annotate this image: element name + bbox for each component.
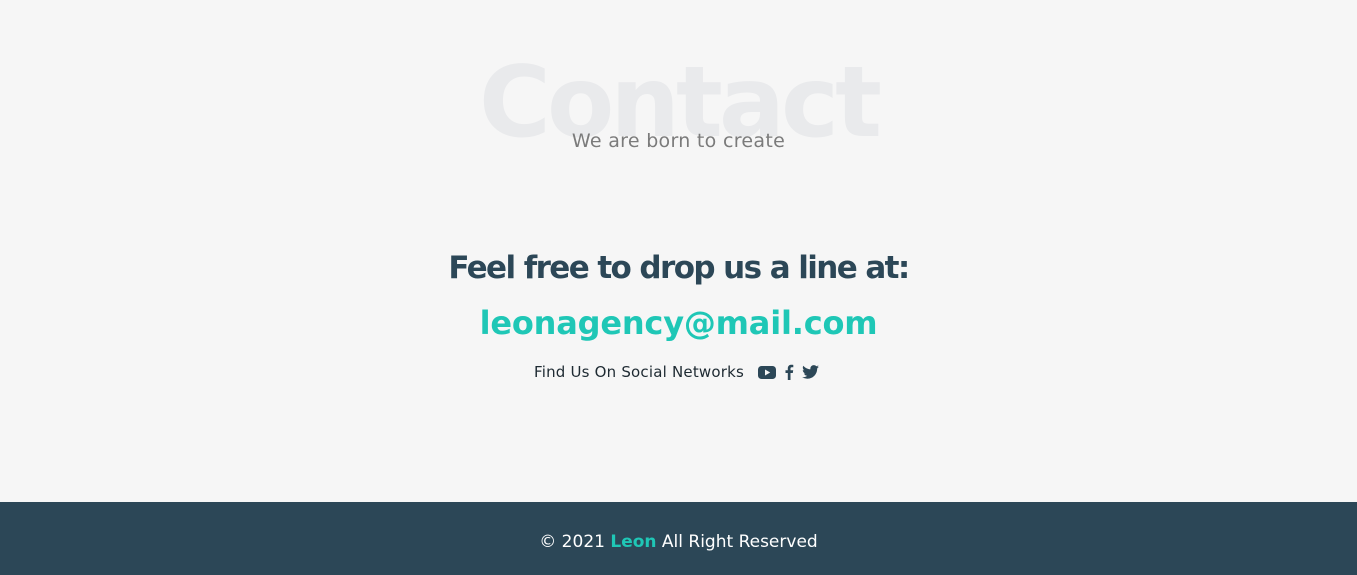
contact-section: Contact We are born to create Feel free … [0,0,1357,502]
social-label: Find Us On Social Networks [533,363,745,381]
social-networks: Find Us On Social Networks [0,361,1357,383]
brand-link[interactable]: Leon [610,532,656,552]
youtube-icon[interactable] [758,361,777,383]
copyright-suffix: All Right Reserved [661,532,818,552]
email-link[interactable]: leonagency@mail.com [0,303,1357,343]
footer-copyright: © 2021 Leon All Right Reserved [0,530,1357,554]
facebook-icon[interactable] [784,361,794,383]
footer: © 2021 Leon All Right Reserved [0,502,1357,575]
section-subtitle: We are born to create [571,130,786,152]
contact-headline: Feel free to drop us a line at: [448,250,910,286]
page: Contact We are born to create Feel free … [0,0,1357,575]
copyright-prefix: © 2021 [539,532,605,552]
twitter-icon[interactable] [802,361,819,383]
